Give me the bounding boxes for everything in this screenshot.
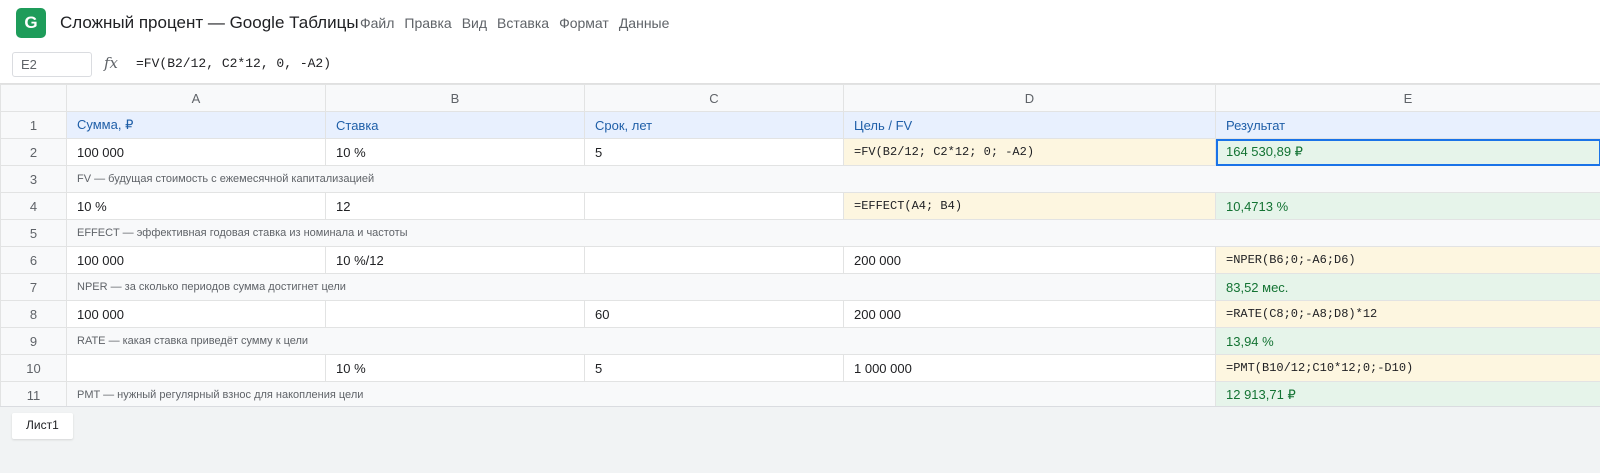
cell-c4[interactable] <box>584 192 844 220</box>
cell-e8[interactable]: =RATE(C8;0;-A8;D8)*12 <box>1215 300 1600 328</box>
cell-d8[interactable]: 200 000 <box>843 300 1216 328</box>
formula-input[interactable]: =FV(B2/12, C2*12, 0, -A2) <box>136 56 331 71</box>
table-row: 6 100 000 10 %/12 200 000 =NPER(B6;0;-A6… <box>0 246 1600 274</box>
column-header-e[interactable]: E <box>1215 84 1600 112</box>
menu-edit[interactable]: Правка <box>404 15 451 31</box>
cell-c8[interactable]: 60 <box>584 300 844 328</box>
note-cell[interactable]: NPER — за сколько периодов сумма достигн… <box>66 273 1216 301</box>
column-header-b[interactable]: B <box>325 84 585 112</box>
cell-d1[interactable]: Цель / FV <box>843 111 1216 139</box>
row-header[interactable]: 8 <box>0 300 67 328</box>
table-row: 11 PMT — нужный регулярный взнос для нак… <box>0 381 1600 409</box>
menu-file[interactable]: Файл <box>360 15 394 31</box>
cell-a1[interactable]: Сумма, ₽ <box>66 111 326 139</box>
fx-icon: fx <box>104 54 119 72</box>
column-header-c[interactable]: C <box>584 84 844 112</box>
row-header[interactable]: 2 <box>0 138 67 166</box>
table-row: 2 100 000 10 % 5 =FV(B2/12; C2*12; 0; -A… <box>0 138 1600 166</box>
cell-b8[interactable] <box>325 300 585 328</box>
table-row: 10 10 % 5 1 000 000 =PMT(B10/12;C10*12;0… <box>0 354 1600 382</box>
row-header[interactable]: 4 <box>0 192 67 220</box>
cell-b1[interactable]: Ставка <box>325 111 585 139</box>
column-header-a[interactable]: A <box>66 84 326 112</box>
cell-c1[interactable]: Срок, лет <box>584 111 844 139</box>
cell-c10[interactable]: 5 <box>584 354 844 382</box>
cell-c6[interactable] <box>584 246 844 274</box>
table-row: 9 RATE — какая ставка приведёт сумму к ц… <box>0 327 1600 355</box>
sheets-logo-icon[interactable]: G <box>16 8 46 38</box>
cell-d2[interactable]: =FV(B2/12; C2*12; 0; -A2) <box>843 138 1216 166</box>
row-header[interactable]: 5 <box>0 219 67 247</box>
row-header[interactable]: 7 <box>0 273 67 301</box>
cell-a2[interactable]: 100 000 <box>66 138 326 166</box>
cell-e6[interactable]: =NPER(B6;0;-A6;D6) <box>1215 246 1600 274</box>
cell-d10[interactable]: 1 000 000 <box>843 354 1216 382</box>
menu-insert[interactable]: Вставка <box>497 15 549 31</box>
cell-e9[interactable]: 13,94 % <box>1215 327 1600 355</box>
row-header[interactable]: 9 <box>0 327 67 355</box>
menu-format[interactable]: Формат <box>559 15 609 31</box>
cell-b4[interactable]: 12 <box>325 192 585 220</box>
note-cell[interactable]: EFFECT — эффективная годовая ставка из н… <box>66 219 1600 247</box>
menu-data[interactable]: Данные <box>619 15 670 31</box>
table-row: 7 NPER — за сколько периодов сумма дости… <box>0 273 1600 301</box>
cell-a6[interactable]: 100 000 <box>66 246 326 274</box>
formula-bar: E2 fx =FV(B2/12, C2*12, 0, -A2) <box>0 46 1600 84</box>
document-title[interactable]: Сложный процент — Google Таблицы <box>60 13 359 33</box>
row-header[interactable]: 1 <box>0 111 67 139</box>
note-cell[interactable]: FV — будущая стоимость с ежемесячной кап… <box>66 165 1600 193</box>
name-box[interactable]: E2 <box>12 52 92 77</box>
table-row: 1 Сумма, ₽ Ставка Срок, лет Цель / FV Ре… <box>0 111 1600 139</box>
row-header[interactable]: 11 <box>0 381 67 409</box>
menu-bar: Файл Правка Вид Вставка Формат Данные <box>360 15 679 31</box>
cell-d6[interactable]: 200 000 <box>843 246 1216 274</box>
sheet-tab[interactable]: Лист1 <box>12 413 73 439</box>
table-row: 8 100 000 60 200 000 =RATE(C8;0;-A8;D8)*… <box>0 300 1600 328</box>
cell-e7[interactable]: 83,52 мес. <box>1215 273 1600 301</box>
cell-c2[interactable]: 5 <box>584 138 844 166</box>
table-row: 5 EFFECT — эффективная годовая ставка из… <box>0 219 1600 247</box>
cell-a4[interactable]: 10 % <box>66 192 326 220</box>
cell-b10[interactable]: 10 % <box>325 354 585 382</box>
table-row: 3 FV — будущая стоимость с ежемесячной к… <box>0 165 1600 193</box>
cell-d4[interactable]: =EFFECT(A4; B4) <box>843 192 1216 220</box>
cell-e1[interactable]: Результат <box>1215 111 1600 139</box>
menu-view[interactable]: Вид <box>462 15 487 31</box>
cell-a8[interactable]: 100 000 <box>66 300 326 328</box>
row-header[interactable]: 10 <box>0 354 67 382</box>
cell-e4[interactable]: 10,4713 % <box>1215 192 1600 220</box>
cell-e11[interactable]: 12 913,71 ₽ <box>1215 381 1600 409</box>
sheet-tab-bar: Лист1 <box>0 406 1600 473</box>
note-cell[interactable]: RATE — какая ставка приведёт сумму к цел… <box>66 327 1216 355</box>
note-cell[interactable]: PMT — нужный регулярный взнос для накопл… <box>66 381 1216 409</box>
column-header-d[interactable]: D <box>843 84 1216 112</box>
row-header[interactable]: 3 <box>0 165 67 193</box>
select-all-corner[interactable] <box>0 84 67 112</box>
top-bar: G Сложный процент — Google Таблицы Файл … <box>0 0 1600 46</box>
spreadsheet-grid: A B C D E 1 Сумма, ₽ Ставка Срок, лет Це… <box>0 84 1600 414</box>
table-row: 4 10 % 12 =EFFECT(A4; B4) 10,4713 % <box>0 192 1600 220</box>
cell-b6[interactable]: 10 %/12 <box>325 246 585 274</box>
cell-e2[interactable]: 164 530,89 ₽ <box>1215 138 1600 166</box>
cell-a10[interactable] <box>66 354 326 382</box>
cell-e10[interactable]: =PMT(B10/12;C10*12;0;-D10) <box>1215 354 1600 382</box>
cell-b2[interactable]: 10 % <box>325 138 585 166</box>
row-header[interactable]: 6 <box>0 246 67 274</box>
